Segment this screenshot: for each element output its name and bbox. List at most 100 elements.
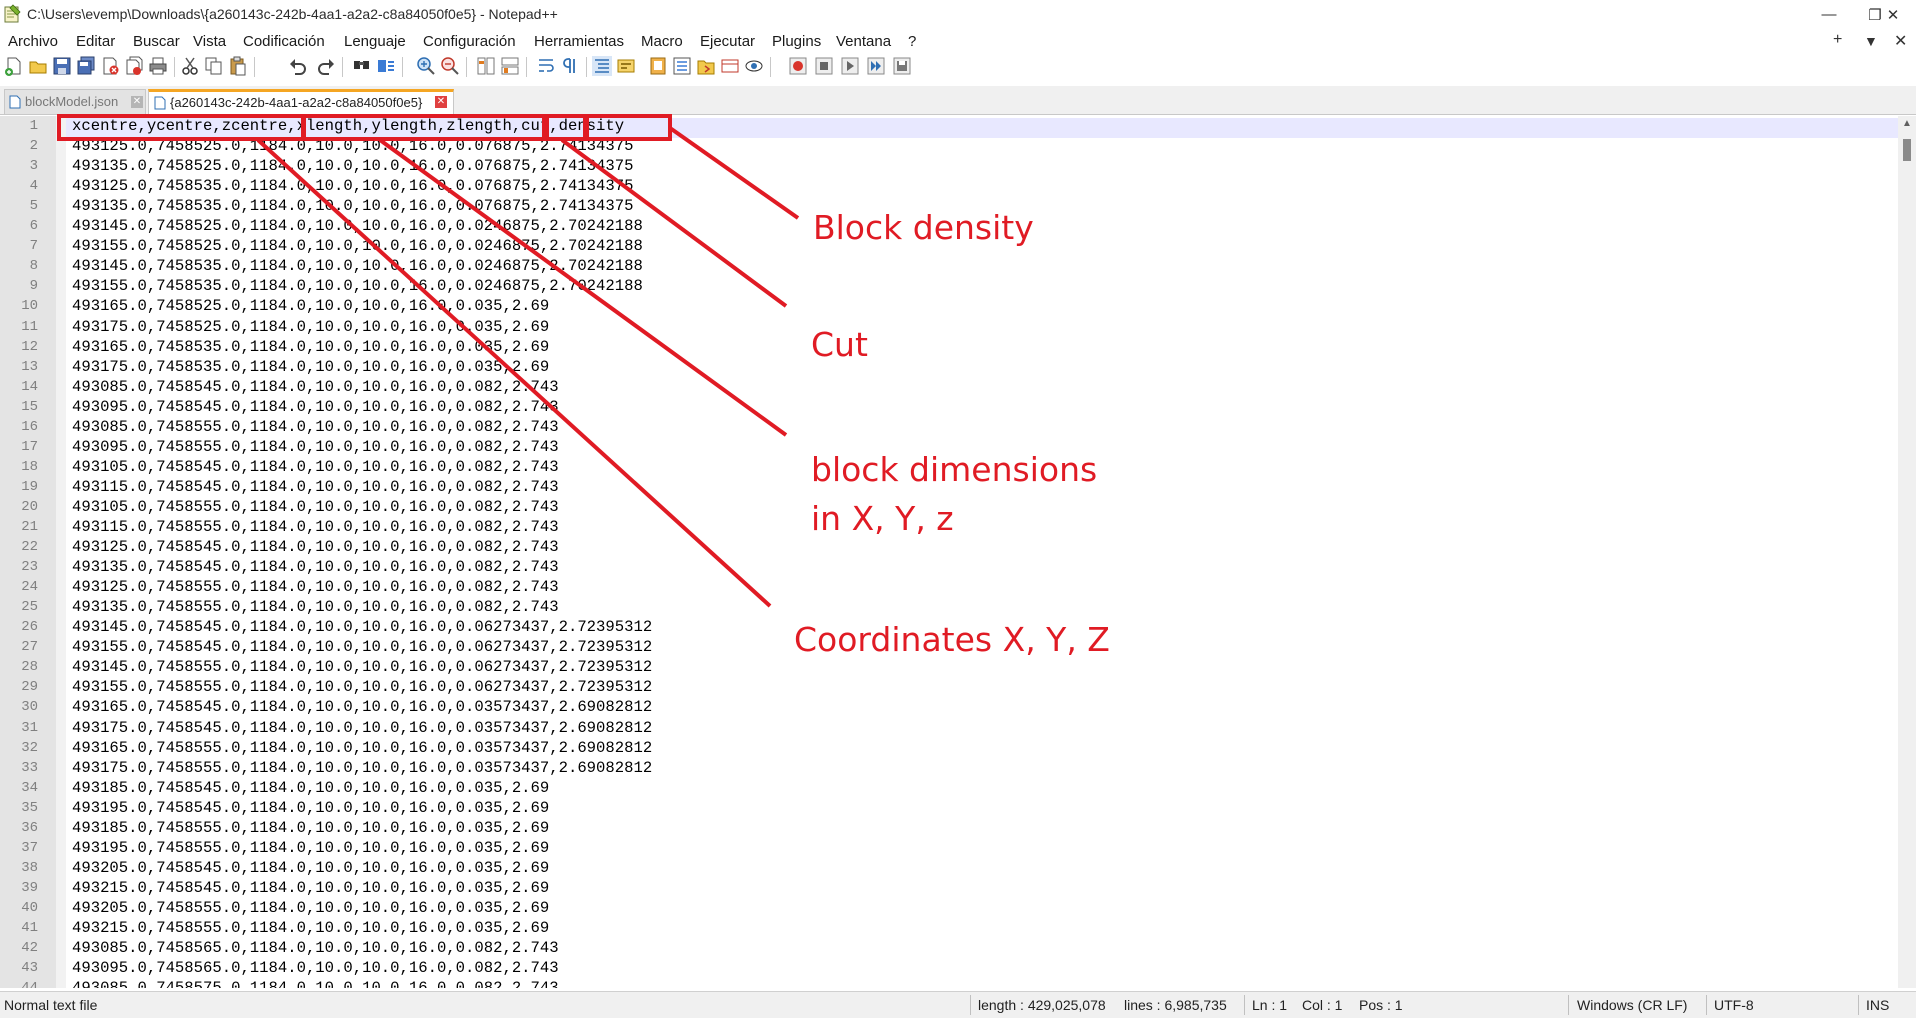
document-list-icon[interactable] [720, 56, 740, 76]
open-file-icon[interactable] [28, 56, 48, 76]
menu-configuracion[interactable]: Configuración [423, 33, 516, 50]
document-map-icon[interactable] [648, 56, 668, 76]
zoom-in-icon[interactable] [416, 56, 436, 76]
code-line[interactable]: 493175.0,7458555.0,1184.0,10.0,10.0,16.0… [72, 759, 652, 777]
tab-blockmodel-json[interactable]: blockModel.json ✕ [4, 89, 146, 114]
encoding-label[interactable]: UTF-8 [1714, 997, 1754, 1013]
menu-buscar[interactable]: Buscar [133, 33, 180, 50]
record-macro-icon[interactable] [788, 56, 808, 76]
menu-plugins[interactable]: Plugins [772, 33, 821, 50]
stop-macro-icon[interactable] [814, 56, 834, 76]
save-macro-icon[interactable] [892, 56, 912, 76]
code-line[interactable]: 493195.0,7458545.0,1184.0,10.0,10.0,16.0… [72, 799, 549, 817]
play-macro-icon[interactable] [840, 56, 860, 76]
tab-list-dropdown-icon[interactable]: ▼ [1864, 33, 1878, 49]
vertical-scrollbar[interactable]: ▲ [1898, 116, 1916, 988]
code-line[interactable]: 493185.0,7458545.0,1184.0,10.0,10.0,16.0… [72, 779, 549, 797]
code-line[interactable]: 493115.0,7458545.0,1184.0,10.0,10.0,16.0… [72, 478, 559, 496]
new-file-icon[interactable] [4, 56, 24, 76]
code-line[interactable]: 493155.0,7458555.0,1184.0,10.0,10.0,16.0… [72, 678, 652, 696]
code-line[interactable]: 493165.0,7458555.0,1184.0,10.0,10.0,16.0… [72, 739, 652, 757]
code-line[interactable]: 493165.0,7458535.0,1184.0,10.0,10.0,16.0… [72, 338, 549, 356]
code-line[interactable]: 493155.0,7458535.0,1184.0,10.0,10.0,16.0… [72, 277, 643, 295]
scrollbar-thumb[interactable] [1903, 139, 1911, 161]
code-line[interactable]: 493135.0,7458525.0,1184.0,10.0,10.0,16.0… [72, 157, 633, 175]
menu-lenguaje[interactable]: Lenguaje [344, 33, 406, 50]
menu-codificacion[interactable]: Codificación [243, 33, 325, 50]
code-line[interactable]: xcentre,ycentre,zcentre,xlength,ylength,… [72, 117, 624, 135]
code-line[interactable]: 493185.0,7458555.0,1184.0,10.0,10.0,16.0… [72, 819, 549, 837]
close-window-button[interactable]: ✕ [1870, 0, 1916, 29]
code-line[interactable]: 493105.0,7458555.0,1184.0,10.0,10.0,16.0… [72, 498, 559, 516]
save-icon[interactable] [52, 56, 72, 76]
code-line[interactable]: 493135.0,7458555.0,1184.0,10.0,10.0,16.0… [72, 598, 559, 616]
redo-icon[interactable] [316, 56, 336, 76]
code-line[interactable]: 493105.0,7458545.0,1184.0,10.0,10.0,16.0… [72, 458, 559, 476]
code-line[interactable]: 493095.0,7458565.0,1184.0,10.0,10.0,16.0… [72, 959, 559, 977]
close-all-icon[interactable] [124, 56, 144, 76]
user-defined-language-icon[interactable] [616, 56, 636, 76]
close-tab-icon[interactable]: ✕ [131, 96, 143, 108]
minimize-button[interactable]: — [1806, 0, 1852, 29]
find-icon[interactable] [352, 56, 372, 76]
new-tab-plus-icon[interactable]: + [1833, 31, 1842, 49]
line-ending-format[interactable]: Windows (CR LF) [1577, 997, 1687, 1013]
code-line[interactable]: 493155.0,7458525.0,1184.0,10.0,10.0,16.0… [72, 237, 643, 255]
scroll-up-arrow-icon[interactable]: ▲ [1898, 116, 1916, 132]
paste-icon[interactable] [228, 56, 248, 76]
code-line[interactable]: 493085.0,7458565.0,1184.0,10.0,10.0,16.0… [72, 939, 559, 957]
code-line[interactable]: 493205.0,7458545.0,1184.0,10.0,10.0,16.0… [72, 859, 549, 877]
code-line[interactable]: 493095.0,7458545.0,1184.0,10.0,10.0,16.0… [72, 398, 559, 416]
menu-vista[interactable]: Vista [193, 33, 226, 50]
code-line[interactable]: 493155.0,7458545.0,1184.0,10.0,10.0,16.0… [72, 638, 652, 656]
code-line[interactable]: 493145.0,7458525.0,1184.0,10.0,10.0,16.0… [72, 217, 643, 235]
cut-icon[interactable] [180, 56, 200, 76]
replace-icon[interactable] [376, 56, 396, 76]
code-line[interactable]: 493145.0,7458545.0,1184.0,10.0,10.0,16.0… [72, 618, 652, 636]
code-line[interactable]: 493115.0,7458555.0,1184.0,10.0,10.0,16.0… [72, 518, 559, 536]
code-line[interactable]: 493215.0,7458545.0,1184.0,10.0,10.0,16.0… [72, 879, 549, 897]
undo-icon[interactable] [288, 56, 308, 76]
close-file-icon[interactable] [100, 56, 120, 76]
code-line[interactable]: 493135.0,7458545.0,1184.0,10.0,10.0,16.0… [72, 558, 559, 576]
menu-archivo[interactable]: Archivo [8, 33, 58, 50]
code-line[interactable]: 493125.0,7458535.0,1184.0,10.0,10.0,16.0… [72, 177, 633, 195]
code-line[interactable]: 493205.0,7458555.0,1184.0,10.0,10.0,16.0… [72, 899, 549, 917]
tab-active-file[interactable]: {a260143c-242b-4aa1-a2a2-c8a84050f0e5} ✕ [148, 89, 454, 114]
print-icon[interactable] [148, 56, 168, 76]
function-list-icon[interactable] [672, 56, 692, 76]
code-line[interactable]: 493125.0,7458525.0,1184.0,10.0,10.0,16.0… [72, 137, 633, 155]
menu-help[interactable]: ? [908, 33, 916, 50]
indent-guide-icon[interactable] [592, 56, 612, 76]
menu-macro[interactable]: Macro [641, 33, 683, 50]
close-document-icon[interactable]: ✕ [1894, 31, 1907, 51]
run-macro-multiple-icon[interactable] [866, 56, 886, 76]
code-line[interactable]: 493165.0,7458545.0,1184.0,10.0,10.0,16.0… [72, 698, 652, 716]
show-all-characters-icon[interactable] [560, 56, 580, 76]
code-line[interactable]: 493175.0,7458545.0,1184.0,10.0,10.0,16.0… [72, 719, 652, 737]
zoom-out-icon[interactable] [440, 56, 460, 76]
copy-icon[interactable] [204, 56, 224, 76]
monitoring-eye-icon[interactable] [744, 56, 764, 76]
menu-ventana[interactable]: Ventana [836, 33, 891, 50]
code-line[interactable]: 493085.0,7458555.0,1184.0,10.0,10.0,16.0… [72, 418, 559, 436]
save-all-icon[interactable] [76, 56, 96, 76]
close-tab-icon[interactable]: ✕ [435, 96, 447, 108]
menu-editar[interactable]: Editar [76, 33, 115, 50]
code-line[interactable]: 493175.0,7458535.0,1184.0,10.0,10.0,16.0… [72, 358, 549, 376]
code-line[interactable]: 493195.0,7458555.0,1184.0,10.0,10.0,16.0… [72, 839, 549, 857]
code-line[interactable]: 493085.0,7458545.0,1184.0,10.0,10.0,16.0… [72, 378, 559, 396]
code-line[interactable]: 493135.0,7458535.0,1184.0,10.0,10.0,16.0… [72, 197, 633, 215]
code-line[interactable]: 493175.0,7458525.0,1184.0,10.0,10.0,16.0… [72, 318, 549, 336]
code-line[interactable]: 493125.0,7458545.0,1184.0,10.0,10.0,16.0… [72, 538, 559, 556]
menu-ejecutar[interactable]: Ejecutar [700, 33, 755, 50]
folder-as-workspace-icon[interactable] [696, 56, 716, 76]
code-line[interactable]: 493125.0,7458555.0,1184.0,10.0,10.0,16.0… [72, 578, 559, 596]
code-line[interactable]: 493085.0,7458575.0,1184.0,10.0,10.0,16.0… [72, 979, 559, 988]
sync-horizontal-icon[interactable] [500, 56, 520, 76]
insert-mode[interactable]: INS [1866, 997, 1889, 1013]
word-wrap-icon[interactable] [536, 56, 556, 76]
code-line[interactable]: 493145.0,7458555.0,1184.0,10.0,10.0,16.0… [72, 658, 652, 676]
code-line[interactable]: 493145.0,7458535.0,1184.0,10.0,10.0,16.0… [72, 257, 643, 275]
sync-vertical-icon[interactable] [476, 56, 496, 76]
